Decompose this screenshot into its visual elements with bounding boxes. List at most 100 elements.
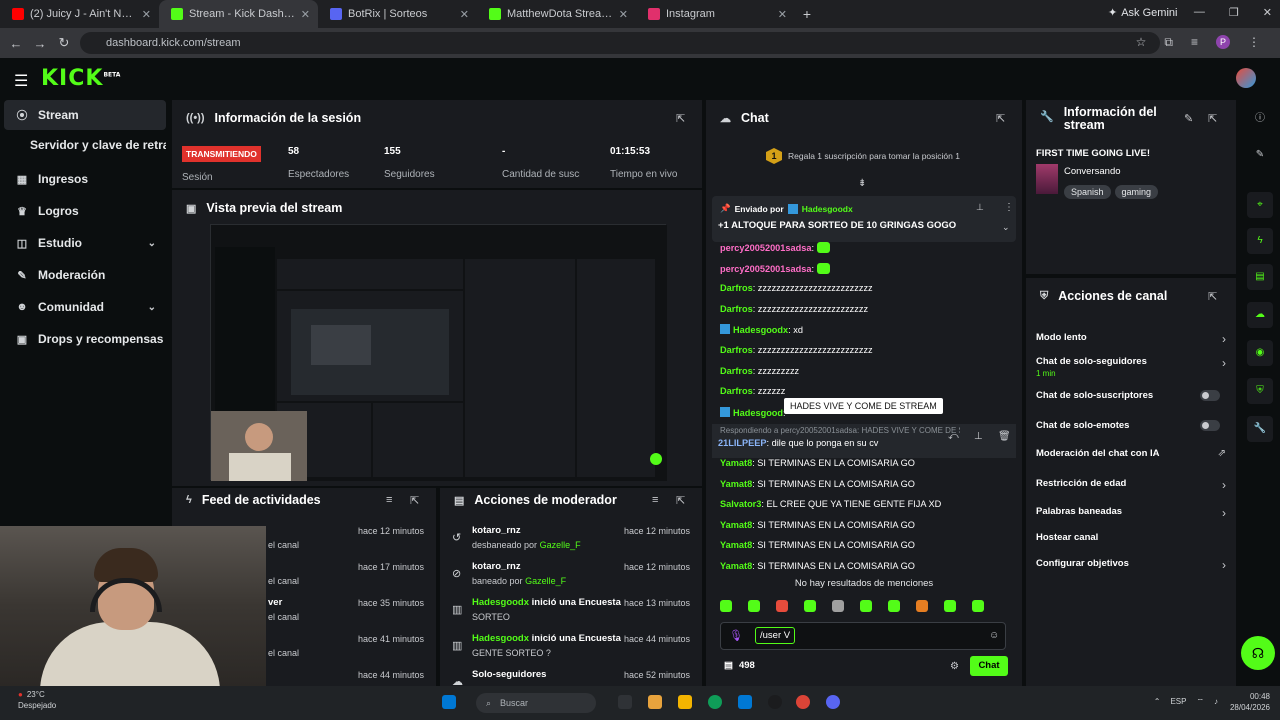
focus-icon[interactable]: ⌖	[1247, 192, 1273, 218]
stream-preview-video[interactable]	[210, 224, 667, 481]
chat-username[interactable]: Yamat8	[720, 561, 752, 571]
sidebar-item[interactable]: ◫ Estudio ⌄	[4, 228, 166, 258]
chat-username[interactable]: Salvator3	[720, 499, 761, 509]
emoji-icon[interactable]: ☺	[989, 630, 999, 641]
toggle-switch[interactable]	[1200, 390, 1220, 401]
ask-gemini-button[interactable]: ✦ Ask Gemini	[1108, 6, 1177, 20]
language-indicator[interactable]: ESP	[1170, 697, 1186, 707]
channel-action-item[interactable]: Chat de solo-emotes	[1036, 420, 1226, 431]
bookmark-star-icon[interactable]: ☆	[1136, 35, 1147, 50]
chat-message[interactable]: Yamat8: SI TERMINAS EN LA COMISARIA GO	[720, 540, 915, 550]
chat-username[interactable]: percy20052001sadsa	[720, 264, 811, 274]
tab-search-icon[interactable]: ⧉	[1164, 35, 1173, 50]
expand-icon[interactable]: ⇱	[676, 112, 685, 125]
chat-message[interactable]: Darfros: zzzzzzzzzzzzzzzzzzzzzzzz	[720, 304, 868, 314]
chat-username[interactable]: Yamat8	[720, 540, 752, 550]
store-icon[interactable]	[738, 695, 752, 709]
chat-username[interactable]: Yamat8	[720, 520, 752, 530]
new-tab-button[interactable]: +	[795, 6, 819, 22]
stream-category[interactable]: Conversando	[1064, 166, 1121, 177]
emote-icon[interactable]	[776, 600, 788, 612]
tab-close-icon[interactable]: ✕	[142, 8, 151, 21]
emote-icon[interactable]	[888, 600, 900, 612]
browser-tab[interactable]: BotRix | Sorteos ✕	[318, 0, 477, 28]
chat-input-field[interactable]: 🎙 /user V ☺	[720, 622, 1006, 650]
chat-message[interactable]: Salvator3: EL CREE QUE YA TIENE GENTE FI…	[720, 499, 941, 509]
shield-icon[interactable]: ⛨	[1247, 378, 1273, 404]
mod-action-user[interactable]: Hadesgoodx	[472, 633, 529, 644]
channel-action-item[interactable]: Moderación del chat con IA ⇗	[1036, 448, 1226, 459]
chat-username[interactable]: Darfros	[720, 366, 753, 376]
reload-icon[interactable]: ↻	[52, 35, 76, 51]
chat-message[interactable]: Yamat8: SI TERMINAS EN LA COMISARIA GO	[720, 561, 915, 571]
expand-icon[interactable]: ⇱	[410, 494, 419, 507]
browser-tab[interactable]: Stream - Kick Dashboard ✕	[159, 0, 318, 28]
expand-icon[interactable]: ⇱	[1208, 290, 1217, 303]
help-support-icon[interactable]: ☊	[1241, 636, 1275, 670]
pencil-icon[interactable]: ✎	[1247, 142, 1273, 168]
chat-message[interactable]: Darfros: zzzzzz	[720, 386, 785, 396]
forward-icon[interactable]: →	[28, 36, 52, 51]
pinned-by-user[interactable]: Hadesgoodx	[802, 204, 853, 214]
mic-icon[interactable]: 🎙	[729, 629, 743, 642]
channel-action-item[interactable]: Chat de solo-seguidores 1 min ›	[1036, 356, 1226, 378]
chat-message[interactable]: Darfros: zzzzzzzzz	[720, 366, 799, 376]
mod-action-user[interactable]: Solo-seguidores	[472, 669, 546, 680]
chat-username[interactable]: Darfros	[720, 345, 753, 355]
expand-icon[interactable]: ⇱	[676, 494, 685, 507]
bolt-icon[interactable]: ϟ	[1247, 228, 1273, 254]
back-icon[interactable]: ←	[4, 36, 28, 51]
chat-message[interactable]: Hadesgoodx: xd	[720, 324, 803, 335]
send-chat-button[interactable]: Chat	[970, 656, 1008, 676]
chevron-down-icon[interactable]: ⌄	[1002, 222, 1010, 233]
chat-message[interactable]: percy20052001sadsa:	[720, 262, 830, 274]
filter-icon[interactable]: ≡	[652, 494, 658, 506]
stream-tag[interactable]: gaming	[1114, 185, 1159, 199]
tray-chevron-icon[interactable]: ⌃	[1154, 697, 1161, 707]
volume-icon[interactable]: ♪	[1214, 697, 1218, 707]
chat-username[interactable]: Darfros	[720, 386, 753, 396]
info-icon[interactable]: ⓘ	[1247, 106, 1273, 132]
menu-icon[interactable]: ⋮	[1248, 35, 1260, 50]
channel-action-item[interactable]: Hostear canal	[1036, 532, 1226, 543]
channel-action-item[interactable]: Chat de solo-suscriptores	[1036, 390, 1226, 401]
wrench-icon[interactable]: 🔧	[1247, 416, 1273, 442]
mod-action-user[interactable]: kotaro_rnz	[472, 525, 521, 536]
browser-tab[interactable]: Instagram ✕	[636, 0, 795, 28]
edit-pencil-icon[interactable]: ✎	[1184, 112, 1193, 125]
extensions-icon[interactable]: ≡	[1191, 35, 1198, 50]
tab-close-icon[interactable]: ✕	[778, 8, 787, 21]
weather-widget[interactable]: ● 23°C Despejado	[18, 690, 56, 710]
chat-username[interactable]: 21LILPEEP	[718, 438, 767, 448]
emote-icon[interactable]	[748, 600, 760, 612]
hamburger-menu-icon[interactable]: ☰	[14, 71, 28, 91]
chat-message[interactable]: Hadesgood:	[720, 406, 786, 418]
mod-action-user[interactable]: kotaro_rnz	[472, 561, 521, 572]
settings-gear-icon[interactable]: ⚙	[950, 661, 959, 672]
feed-row[interactable]: el canal hace 41 minutos	[262, 630, 432, 666]
sidebar-item[interactable]: ♛ Logros	[4, 196, 166, 226]
more-icon[interactable]: ⋮	[1004, 202, 1014, 213]
sidebar-item[interactable]: ▦ Ingresos	[4, 164, 166, 194]
channel-action-item[interactable]: Palabras baneadas ›	[1036, 506, 1226, 520]
chat-input-text[interactable]: /user V	[755, 627, 796, 644]
emote-icon[interactable]	[972, 600, 984, 612]
delete-icon[interactable]: 🗑	[998, 431, 1011, 442]
browser-tab[interactable]: MatthewDota Stream - Watch l... ✕	[477, 0, 636, 28]
emote-icon[interactable]	[944, 600, 956, 612]
chat-username[interactable]: percy20052001sadsa	[720, 243, 811, 253]
mod-action-row[interactable]: ▥ Hadesgoodx inició una Encuesta SORTEO hac…	[452, 594, 698, 630]
expand-icon[interactable]: ⇱	[1208, 112, 1217, 125]
channel-points[interactable]: ▤ 498	[724, 660, 755, 671]
mod-action-row[interactable]: ⊘ kotaro_rnz baneado por Gazelle_F hace 12 …	[452, 558, 698, 594]
chat-message[interactable]: Yamat8: SI TERMINAS EN LA COMISARIA GO	[720, 458, 915, 468]
minimize-icon[interactable]: —	[1194, 6, 1205, 19]
feed-row[interactable]: ver el canal hace 35 minutos	[262, 594, 432, 630]
feed-row[interactable]: el canal hace 12 minutos	[262, 522, 432, 558]
sidebar-item[interactable]: ✎ Moderación	[4, 260, 166, 290]
chat-message[interactable]: Darfros: zzzzzzzzzzzzzzzzzzzzzzzzz	[720, 283, 873, 293]
emote-icon[interactable]	[720, 600, 732, 612]
close-window-icon[interactable]: ✕	[1263, 6, 1272, 19]
collapse-arrow-icon[interactable]: ⇟	[858, 178, 866, 189]
wifi-icon[interactable]: ⌔	[1196, 697, 1204, 707]
